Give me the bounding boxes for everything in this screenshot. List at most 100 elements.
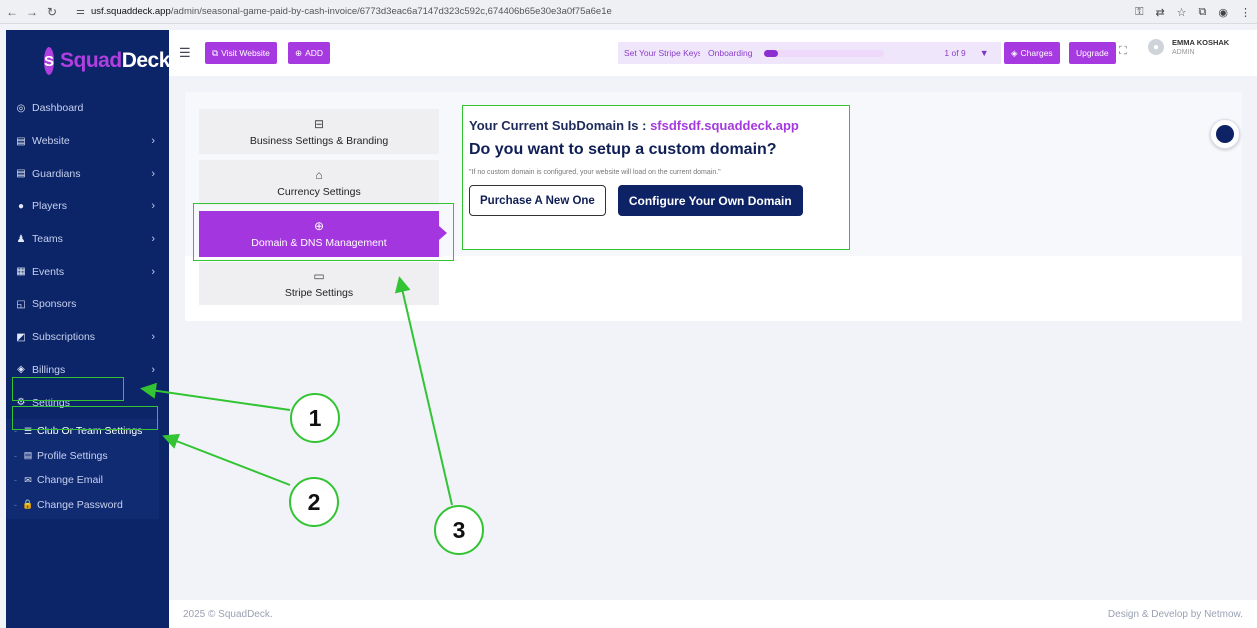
tab-label: Stripe Settings xyxy=(284,286,354,299)
menu-toggle-icon[interactable]: ☰ xyxy=(179,45,191,61)
onboarding-label: Onboarding xyxy=(708,48,753,58)
sidebar-item-label: Sponsors xyxy=(32,298,77,311)
subscriptions-icon: ◩ xyxy=(16,331,26,343)
purchase-domain-button[interactable]: Purchase A New One xyxy=(469,185,606,216)
sidebar-item-dashboard[interactable]: ◎ Dashboard xyxy=(6,92,169,125)
user-name: EMMA KOSHAK xyxy=(1172,38,1230,47)
onboarding-progress-fill xyxy=(764,49,778,57)
credit: Design & Develop by Netmow. xyxy=(1107,608,1243,620)
website-icon: ▤ xyxy=(16,135,26,147)
sponsors-icon: ◱ xyxy=(16,298,26,310)
extensions-icon[interactable]: ⧉ xyxy=(1199,6,1207,19)
onboarding-progress[interactable]: Onboarding 1 of 9 ▼ xyxy=(700,42,1001,64)
password-key-icon[interactable]: ⚿ xyxy=(1135,6,1143,19)
submenu-item-label: Change Password xyxy=(37,498,123,511)
sidebar-item-guardians[interactable]: ▤ Guardians › xyxy=(6,157,169,190)
chat-widget-icon[interactable] xyxy=(1210,119,1240,149)
currency-icon: ⌂ xyxy=(315,167,323,182)
profile-icon[interactable]: ◉ xyxy=(1218,6,1228,19)
tab-domain-dns-management[interactable]: ⊕ Domain & DNS Management xyxy=(199,211,447,257)
tab-currency-settings[interactable]: ⌂ Currency Settings xyxy=(199,160,439,205)
url-host: usf.squaddeck.app xyxy=(90,6,171,17)
tab-business-settings-branding[interactable]: ⊟ Business Settings & Branding xyxy=(199,109,439,154)
sidebar-item-label: Players xyxy=(32,200,68,213)
annotation-three: 3 xyxy=(434,505,484,555)
sidebar-item-teams[interactable]: ♟ Teams › xyxy=(6,223,169,256)
onboarding-progress-bar xyxy=(764,49,885,57)
settings-card: ⊟ Business Settings & Branding ⌂ Currency S… xyxy=(185,92,1242,321)
dashboard-icon: ◎ xyxy=(16,102,26,114)
billings-icon: ◈ xyxy=(17,364,25,376)
settings-icon: ⚙ xyxy=(16,397,26,409)
reload-icon[interactable]: ↻ xyxy=(44,5,60,19)
sidebar-item-label: Subscriptions xyxy=(32,331,96,344)
forward-icon[interactable]: → xyxy=(24,5,40,19)
charges-button[interactable]: ◈ Charges xyxy=(1004,42,1060,64)
mail-edit-icon: ✉ xyxy=(24,474,32,485)
settings-submenu: - ☰ Club Or Team Settings - ▤ Profile Setting… xyxy=(6,418,159,519)
plus-circle-icon: ⊕ xyxy=(295,47,303,58)
submenu-item-club-or-team-settings[interactable]: - ☰ Club Or Team Settings xyxy=(6,419,159,444)
logo-text: SquadDeck xyxy=(60,49,170,72)
profile-card-icon: ▤ xyxy=(23,450,33,461)
submenu-item-change-password[interactable]: - 🔒 Change Password xyxy=(6,492,159,517)
translate-icon[interactable]: ⇄ xyxy=(1155,6,1164,19)
stripe-keys-button[interactable]: Set Your Stripe Keys xyxy=(618,42,708,64)
custom-domain-question: Do you want to setup a custom domain? xyxy=(469,141,777,158)
chevron-right-icon: › xyxy=(151,331,155,344)
chevron-right-icon: › xyxy=(151,200,155,213)
sidebar-item-events[interactable]: ▦ Events › xyxy=(6,255,169,288)
configure-domain-button[interactable]: Configure Your Own Domain xyxy=(617,185,803,216)
list-settings-icon: ☰ xyxy=(23,425,33,436)
sidebar-item-settings[interactable]: ⚙ Settings xyxy=(6,386,169,419)
back-icon[interactable]: ← xyxy=(4,5,20,19)
onboarding-count: 1 of 9 xyxy=(944,48,966,58)
submenu-item-label: Profile Settings xyxy=(37,449,108,462)
visit-website-label: Visit Website xyxy=(221,48,270,58)
browser-menu-icon[interactable]: ⋮ xyxy=(1240,6,1251,19)
caret-down-icon[interactable]: ▼ xyxy=(980,48,989,58)
chevron-right-icon: › xyxy=(151,135,155,148)
sidebar-item-players[interactable]: ● Players › xyxy=(6,190,169,223)
logo[interactable]: S SquadDeck xyxy=(6,30,170,92)
address-bar[interactable]: ⚌ usf.squaddeck.app/admin/seasonal-game-… xyxy=(68,3,620,21)
fullscreen-icon[interactable]: ⛶ xyxy=(1119,45,1127,58)
events-icon: ▦ xyxy=(16,266,26,278)
arrow-two xyxy=(162,433,291,486)
tab-stripe-settings[interactable]: ▭ Stripe Settings xyxy=(199,262,439,305)
submenu-item-label: Club Or Team Settings xyxy=(37,425,143,438)
chevron-right-icon: › xyxy=(151,233,155,246)
top-header: ☰ ⧉ Visit Website ⊕ ADD Set Your Stripe … xyxy=(169,30,1257,76)
user-menu[interactable]: ● EMMA KOSHAK ADMIN xyxy=(1148,38,1229,56)
upgrade-button[interactable]: Upgrade xyxy=(1069,42,1116,64)
tab-label: Business Settings & Branding xyxy=(249,134,389,147)
domain-panel: Your Current SubDomain Is : sfsdfsdf.squ… xyxy=(462,105,850,250)
sidebar-item-sponsors[interactable]: ◱ Sponsors xyxy=(6,288,169,321)
tab-label: Currency Settings xyxy=(277,185,361,198)
custom-domain-note: "If no custom domain is configured, your… xyxy=(469,169,721,176)
sidebar-item-website[interactable]: ▤ Website › xyxy=(6,125,169,158)
browser-actions: ⚿ ⇄ ☆ ⧉ ◉ ⋮ xyxy=(1135,0,1251,24)
dash-icon: - xyxy=(14,499,17,510)
footer: 2025 © SquadDeck. Design & Develop by Ne… xyxy=(169,600,1257,628)
logo-mark: S xyxy=(44,47,55,75)
visit-website-button[interactable]: ⧉ Visit Website xyxy=(205,42,277,64)
add-label: ADD xyxy=(305,48,324,58)
submenu-item-label: Change Email xyxy=(37,474,103,487)
annotation-one: 1 xyxy=(290,393,340,443)
add-button[interactable]: ⊕ ADD xyxy=(288,42,331,64)
card-icon: ▭ xyxy=(313,268,325,283)
submenu-item-change-email[interactable]: - ✉ Change Email xyxy=(6,468,159,493)
sidebar-item-subscriptions[interactable]: ◩ Subscriptions › xyxy=(6,321,169,354)
sidebar-item-label: Dashboard xyxy=(32,102,84,115)
bookmark-star-icon[interactable]: ☆ xyxy=(1177,6,1187,19)
site-info-icon[interactable]: ⚌ xyxy=(76,6,85,17)
chevron-right-icon: › xyxy=(151,363,155,376)
briefcase-icon: ⊟ xyxy=(313,116,325,131)
globe-icon: ⊕ xyxy=(313,219,325,233)
sidebar-item-billings[interactable]: ◈ Billings › xyxy=(6,354,169,387)
teams-icon: ♟ xyxy=(16,233,26,245)
dash-icon: - xyxy=(14,426,17,437)
subdomain-value: sfsdfsdf.squaddeck.app xyxy=(650,118,799,133)
submenu-item-profile-settings[interactable]: - ▤ Profile Settings xyxy=(6,443,159,468)
